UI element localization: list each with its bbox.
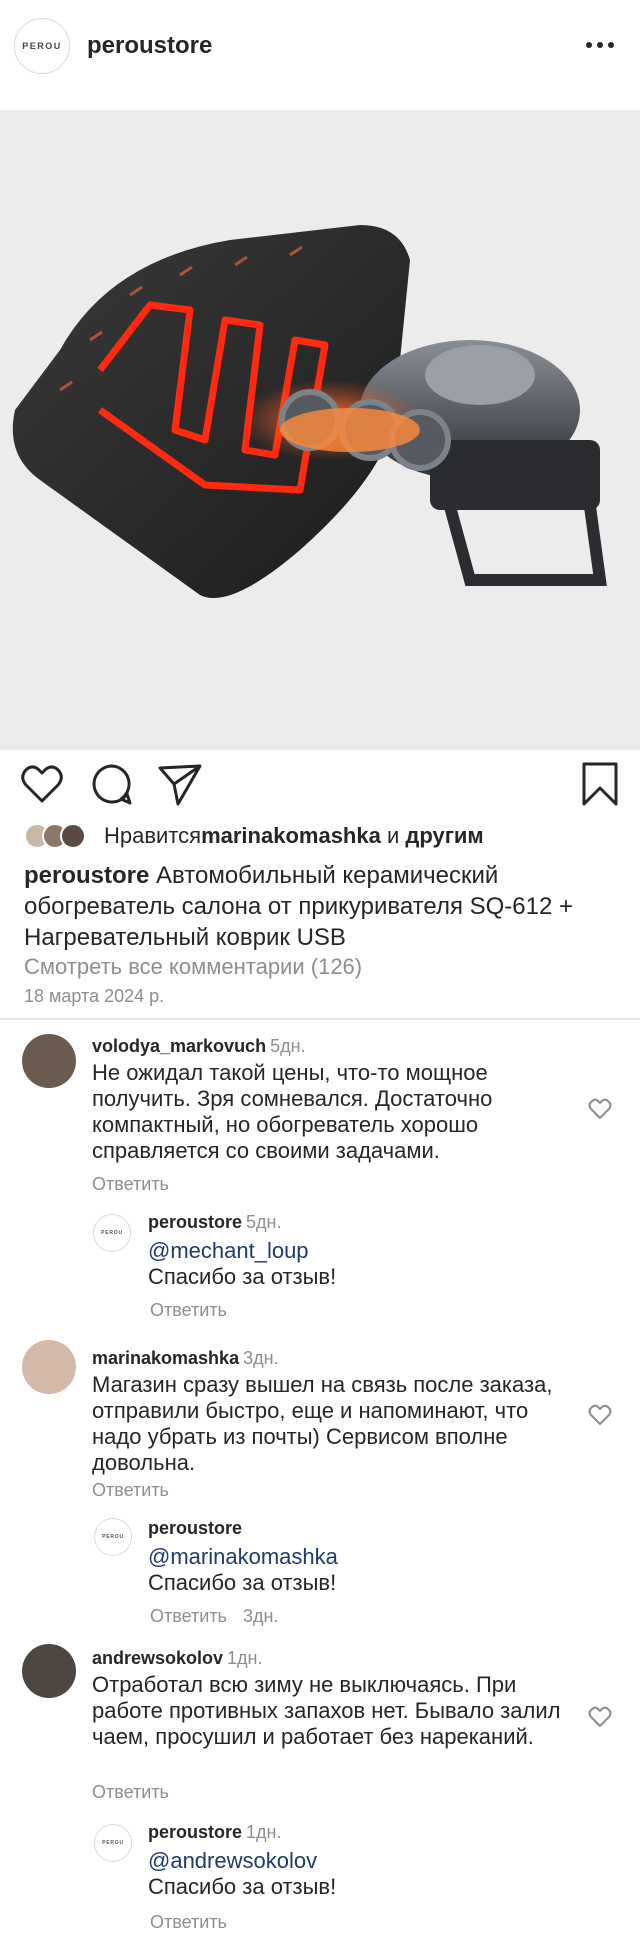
liked-by-others[interactable]: другим xyxy=(405,823,483,849)
liked-by-prefix: Нравится xyxy=(104,823,202,848)
comment-heart-icon[interactable] xyxy=(588,1404,612,1426)
bookmark-icon[interactable] xyxy=(576,760,624,808)
liker-avatars xyxy=(24,822,96,850)
reply-button[interactable]: Ответить xyxy=(92,1480,169,1501)
reply-button[interactable]: Ответить xyxy=(92,1782,169,1803)
comment-heart-icon[interactable] xyxy=(588,1098,612,1120)
reply-button[interactable]: Ответить xyxy=(150,1300,227,1321)
post-header: PEROU peroustore xyxy=(0,0,640,92)
reply-button[interactable]: Ответить xyxy=(150,1912,227,1933)
reply-avatar[interactable]: PEROU xyxy=(93,1214,131,1252)
reply-text: Спасибо за отзыв! xyxy=(148,1874,337,1899)
reply-button[interactable]: Ответить 3дн. xyxy=(150,1606,278,1627)
liked-by-row[interactable]: Нравится marinakomashka и другим xyxy=(24,820,484,852)
comment-username[interactable]: andrewsokolov 1дн. xyxy=(92,1648,263,1669)
comment-heart-icon[interactable] xyxy=(588,1706,612,1728)
reply-username[interactable]: peroustore 1дн. xyxy=(148,1822,282,1843)
header-username[interactable]: peroustore xyxy=(87,32,212,60)
reply-mention[interactable]: @andrewsokolov xyxy=(148,1848,317,1874)
commenter-avatar[interactable] xyxy=(22,1340,76,1394)
comment-time: 3дн. xyxy=(243,1348,279,1368)
reply-avatar[interactable]: PEROU xyxy=(94,1824,132,1862)
post-image[interactable] xyxy=(0,110,640,750)
reply-username[interactable]: peroustore xyxy=(148,1518,242,1539)
store-avatar[interactable]: PEROU xyxy=(14,18,70,74)
reply-button[interactable]: Ответить xyxy=(92,1174,169,1195)
paper-plane-icon[interactable] xyxy=(156,760,204,808)
reply-time: 5дн. xyxy=(246,1212,282,1232)
commenter-avatar[interactable] xyxy=(22,1644,76,1698)
comment-text: Отработал всю зиму не выключаясь. При ра… xyxy=(92,1672,561,1749)
comment-username[interactable]: volodya_markovuch 5дн. xyxy=(92,1036,306,1057)
reply-avatar[interactable]: PEROU xyxy=(94,1518,132,1556)
comment-time: 5дн. xyxy=(270,1036,306,1056)
post-actions xyxy=(0,752,640,816)
more-dots-icon[interactable] xyxy=(580,30,620,60)
liked-by-suffix: и xyxy=(380,823,406,848)
reply-text: Спасибо за отзыв! xyxy=(148,1570,337,1595)
liker-avatar xyxy=(60,823,86,849)
reply-time: 3дн. xyxy=(242,1606,279,1626)
post-date: 18 марта 2024 р. xyxy=(24,986,165,1006)
post-caption: peroustore Автомобильный керамический об… xyxy=(24,860,624,953)
heater-product-image xyxy=(12,225,607,598)
reply-text: Спасибо за отзыв! xyxy=(148,1264,337,1289)
caption-username[interactable]: peroustore xyxy=(24,862,149,889)
heart-icon[interactable] xyxy=(18,760,66,808)
comment-text: Не ожидал такой цены, что-то мощное полу… xyxy=(92,1060,493,1163)
comment-icon[interactable] xyxy=(88,760,136,808)
reply-mention[interactable]: @marinakomashka xyxy=(148,1544,338,1570)
commenter-avatar[interactable] xyxy=(22,1034,76,1088)
comment-text: Магазин сразу вышел на связь после заказ… xyxy=(92,1372,553,1475)
view-all-comments-link[interactable]: Смотреть все комментарии (126) xyxy=(24,954,362,980)
comment-time: 1дн. xyxy=(227,1648,263,1668)
liked-by-user[interactable]: marinakomashka xyxy=(201,823,381,849)
reply-mention[interactable]: @mechant_loup xyxy=(148,1238,309,1264)
reply-username[interactable]: peroustore 5дн. xyxy=(148,1212,282,1233)
comment-username[interactable]: marinakomashka 3дн. xyxy=(92,1348,279,1369)
divider xyxy=(0,1018,640,1020)
reply-time: 1дн. xyxy=(246,1822,282,1842)
